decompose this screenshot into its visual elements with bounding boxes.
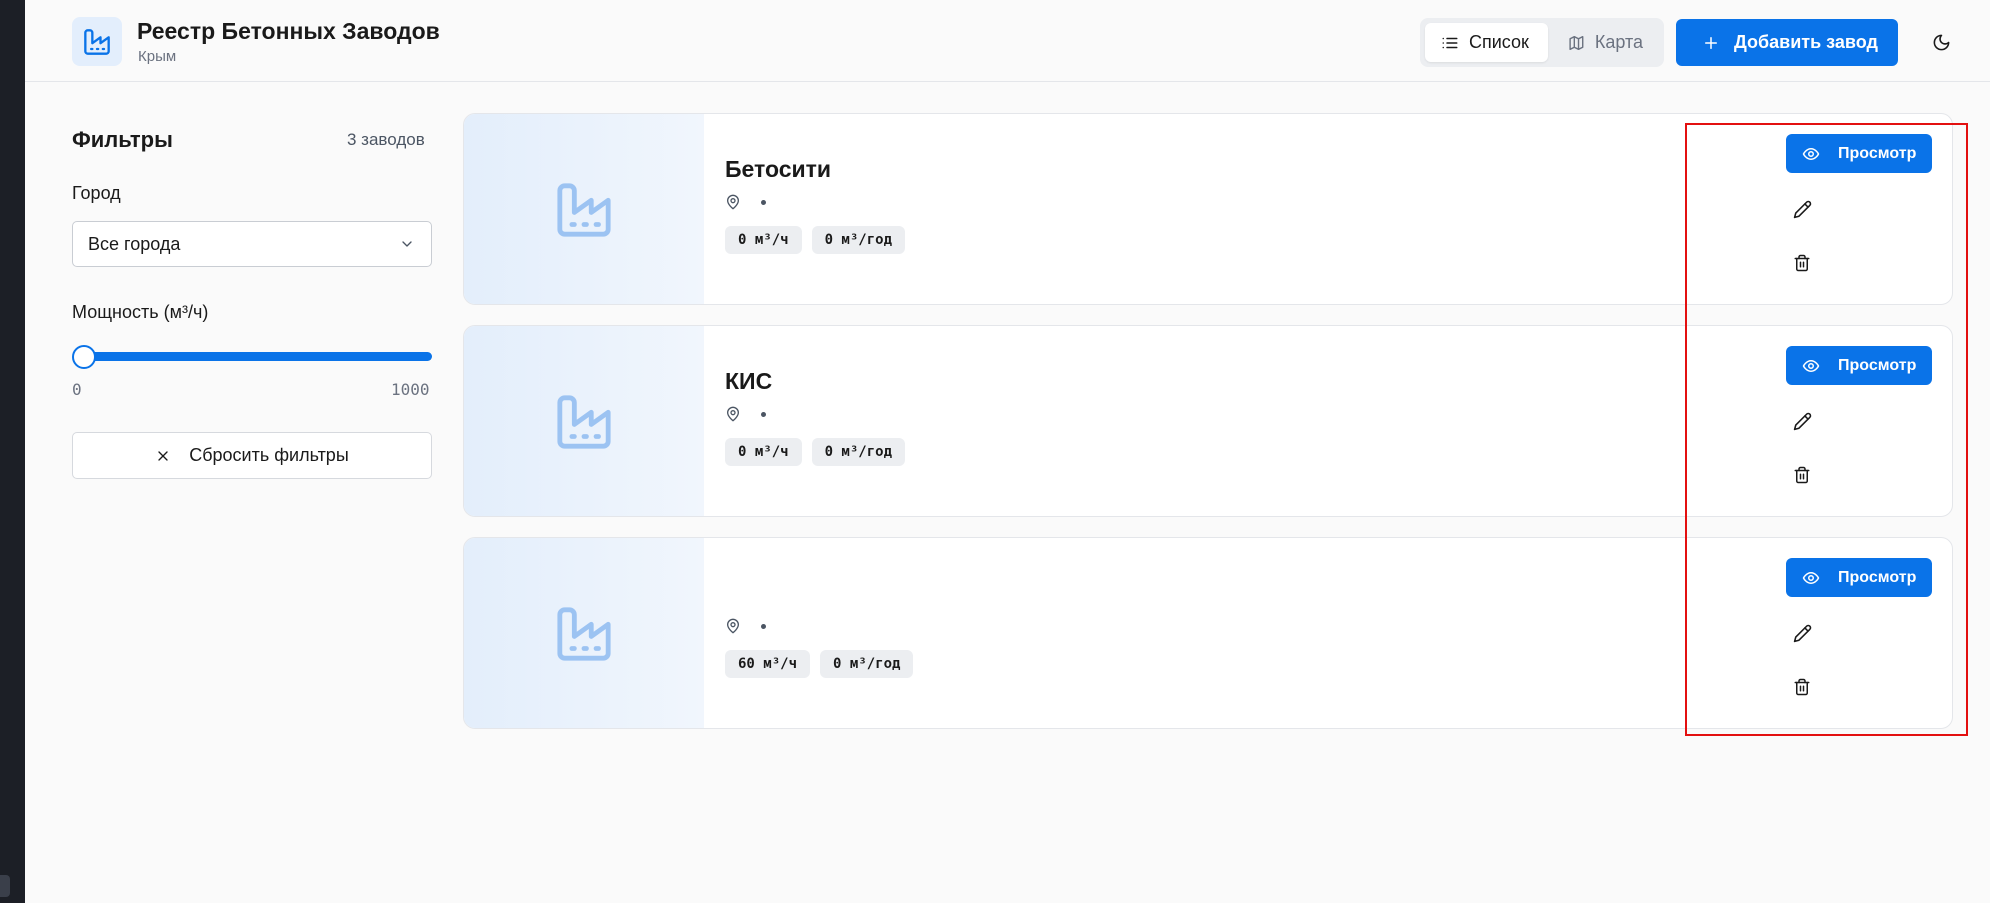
page-title: Реестр Бетонных Заводов: [137, 18, 440, 44]
view-plant-button[interactable]: Просмотр: [1786, 558, 1932, 597]
app: Реестр Бетонных Заводов Крым Список Карт…: [25, 0, 1990, 903]
map-icon: [1569, 35, 1584, 50]
yearly-capacity-badge: 0 м³/год: [811, 226, 906, 254]
add-plant-label: Добавить завод: [1734, 32, 1878, 52]
reset-filters-label: Сбросить фильтры: [189, 445, 349, 465]
factory-icon: [557, 607, 611, 661]
add-plant-button[interactable]: Добавить завод: [1676, 19, 1898, 66]
plant-name: Бетосити: [725, 156, 832, 182]
plant-card: КИС 0 м³/ч 0 м³/год Просмотр: [463, 325, 1953, 517]
city-select[interactable]: Все города: [72, 221, 432, 267]
header: Реестр Бетонных Заводов Крым Список Карт…: [25, 0, 1990, 82]
view-list-button[interactable]: Список: [1425, 23, 1548, 62]
plant-location: [725, 194, 766, 210]
window-edge: [0, 0, 25, 903]
chevron-down-icon: [402, 241, 412, 247]
trash-icon: [1794, 466, 1810, 484]
eye-icon: [1802, 571, 1820, 584]
map-pin-icon: [727, 406, 739, 422]
view-list-label: Список: [1469, 32, 1529, 52]
view-plant-label: Просмотр: [1838, 356, 1917, 374]
reset-filters-button[interactable]: Сбросить фильтры: [72, 432, 432, 479]
capacity-filter-label: Мощность (м³/ч): [72, 302, 209, 322]
view-map-label: Карта: [1594, 32, 1643, 52]
window-edge-handle: [0, 875, 10, 897]
capacity-slider-thumb[interactable]: [72, 345, 96, 369]
trash-icon: [1794, 254, 1810, 272]
edit-plant-button[interactable]: [1787, 194, 1817, 224]
hourly-capacity-badge: 60 м³/ч: [725, 650, 811, 678]
hourly-capacity-badge: 0 м³/ч: [725, 226, 802, 254]
filters-title: Фильтры: [72, 127, 173, 152]
plant-card: 60 м³/ч 0 м³/год Просмотр: [463, 537, 1953, 729]
view-map-button[interactable]: Карта: [1552, 23, 1659, 62]
plus-icon: [1705, 36, 1717, 49]
view-plant-button[interactable]: Просмотр: [1786, 346, 1932, 385]
logo: [72, 17, 122, 66]
trash-icon: [1794, 678, 1810, 696]
plants-count: 3 заводов: [347, 130, 425, 149]
location-separator: [761, 411, 766, 417]
location-separator: [761, 199, 766, 205]
capacity-slider-track[interactable]: [85, 352, 432, 361]
plant-location: [725, 406, 766, 422]
delete-plant-button[interactable]: [1787, 460, 1817, 490]
plant-card: Бетосити 0 м³/ч 0 м³/год Просмотр: [463, 113, 1953, 305]
capacity-max-label: 1000: [391, 380, 430, 399]
pencil-icon: [1793, 200, 1811, 218]
plant-name: КИС: [725, 368, 773, 394]
factory-icon: [557, 183, 611, 237]
view-plant-button[interactable]: Просмотр: [1786, 134, 1932, 173]
plant-image-placeholder: [464, 538, 704, 728]
eye-icon: [1802, 359, 1820, 372]
pencil-icon: [1793, 412, 1811, 430]
plant-capacity-badges: 0 м³/ч 0 м³/год: [725, 226, 906, 254]
plant-capacity-badges: 60 м³/ч 0 м³/год: [725, 650, 914, 678]
factory-icon: [557, 395, 611, 449]
hourly-capacity-badge: 0 м³/ч: [725, 438, 802, 466]
edit-plant-button[interactable]: [1787, 406, 1817, 436]
plant-image-placeholder: [464, 326, 704, 516]
map-pin-icon: [727, 618, 739, 634]
delete-plant-button[interactable]: [1787, 672, 1817, 702]
plant-location: [725, 618, 766, 634]
theme-toggle-button[interactable]: [1925, 26, 1957, 58]
pencil-icon: [1793, 624, 1811, 642]
close-icon: [158, 450, 168, 461]
plant-image-placeholder: [464, 114, 704, 304]
city-select-value: Все города: [88, 233, 181, 254]
view-toggle: Список Карта: [1420, 18, 1664, 67]
location-separator: [761, 623, 766, 629]
capacity-min-label: 0: [72, 380, 82, 399]
factory-icon: [84, 28, 110, 55]
list-icon: [1442, 37, 1458, 48]
view-plant-label: Просмотр: [1838, 568, 1917, 586]
map-pin-icon: [727, 194, 739, 210]
yearly-capacity-badge: 0 м³/год: [820, 650, 914, 678]
yearly-capacity-badge: 0 м³/год: [811, 438, 906, 466]
city-filter-label: Город: [72, 183, 121, 203]
eye-icon: [1802, 147, 1820, 160]
moon-icon: [1933, 34, 1949, 50]
view-plant-label: Просмотр: [1838, 144, 1917, 162]
plant-capacity-badges: 0 м³/ч 0 м³/год: [725, 438, 906, 466]
delete-plant-button[interactable]: [1787, 248, 1817, 278]
page-subtitle: Крым: [138, 48, 177, 65]
edit-plant-button[interactable]: [1787, 618, 1817, 648]
